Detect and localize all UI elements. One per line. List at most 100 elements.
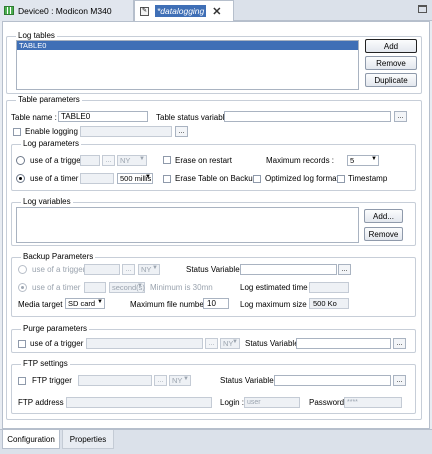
- ftp-trigger-checkbox[interactable]: [18, 377, 26, 385]
- backup-status-browse-button[interactable]: ...: [338, 264, 351, 275]
- log-variables-title: Log variables: [21, 197, 73, 206]
- ftp-status-browse-button[interactable]: ...: [393, 375, 406, 386]
- tab-configuration[interactable]: Configuration: [2, 430, 60, 449]
- media-target-label: Media target :: [18, 300, 67, 309]
- table-status-browse-button[interactable]: ...: [394, 111, 407, 122]
- chevron-down-icon: ▼: [152, 265, 158, 271]
- erase-on-restart-label: Erase on restart: [175, 156, 232, 165]
- ftp-status-variable-input[interactable]: [274, 375, 391, 386]
- chevron-down-icon: ▼: [97, 299, 103, 305]
- tab-device-label: Device0 : Modicon M340: [18, 5, 112, 16]
- datalogging-editor: Device0 : Modicon M340 ✎ *datalogging ✕ …: [0, 0, 432, 454]
- backup-timer-radio: [18, 283, 27, 292]
- list-item[interactable]: TABLE0: [17, 41, 358, 50]
- duplicate-table-button[interactable]: Duplicate: [365, 73, 417, 87]
- remove-table-button[interactable]: Remove: [365, 56, 417, 70]
- max-file-number-input[interactable]: 10: [203, 298, 229, 309]
- tab-properties[interactable]: Properties: [62, 430, 114, 449]
- log-estimated-time-label: Log estimated time :: [240, 283, 313, 292]
- backup-trigger-radio: [18, 265, 27, 274]
- erase-table-backup-label: Erase Table on Backup: [175, 174, 258, 183]
- max-records-value: 5: [350, 156, 355, 165]
- table-name-input[interactable]: TABLE0: [58, 111, 148, 122]
- add-table-button[interactable]: Add: [365, 39, 417, 53]
- log-max-size-value: 500 Ko: [309, 298, 349, 309]
- log-timer-unit-select[interactable]: 500 millis ▼: [117, 173, 153, 184]
- purge-trigger-label: use of a trigger: [30, 339, 84, 348]
- chevron-down-icon: ▼: [232, 339, 238, 345]
- backup-minimum-note: Minimum is 30mn: [150, 283, 213, 292]
- erase-on-restart-checkbox[interactable]: [163, 156, 171, 164]
- log-trigger-input: [80, 155, 100, 166]
- enable-logging-checkbox[interactable]: [13, 128, 21, 136]
- log-trigger-unit-value: NY: [120, 156, 131, 165]
- ftp-login-input: user: [244, 397, 300, 408]
- maximize-icon[interactable]: [418, 5, 427, 13]
- device-icon: [4, 6, 14, 15]
- ftp-trigger-label: FTP trigger: [32, 376, 72, 385]
- close-icon[interactable]: ✕: [212, 5, 221, 18]
- log-timer-input: [80, 173, 114, 184]
- backup-timer-unit-select: second(s) ▼: [109, 282, 145, 293]
- log-timer-label: use of a timer: [30, 174, 79, 183]
- ftp-trigger-unit-select: NY ▼: [169, 375, 191, 386]
- ftp-settings-title: FTP settings: [21, 359, 70, 368]
- chevron-down-icon: ▼: [139, 156, 145, 162]
- tab-datalogging[interactable]: ✎ *datalogging ✕: [134, 0, 234, 21]
- chevron-down-icon: ▼: [145, 174, 151, 180]
- backup-trigger-label: use of a trigger: [32, 265, 86, 274]
- media-target-select[interactable]: SD card ▼: [65, 298, 105, 309]
- backup-trigger-browse-button: ...: [122, 264, 135, 275]
- log-tables-title: Log tables: [16, 31, 57, 40]
- log-variables-list[interactable]: [16, 207, 359, 243]
- purge-parameters-title: Purge parameters: [21, 324, 90, 333]
- log-trigger-label: use of a trigger: [30, 156, 84, 165]
- enable-logging-browse-button[interactable]: ...: [175, 126, 188, 137]
- backup-status-variable-label: Status Variable: [186, 265, 240, 274]
- log-timer-radio[interactable]: [16, 174, 25, 183]
- backup-status-variable-input[interactable]: [240, 264, 337, 275]
- table-status-variable-label: Table status variable: [156, 113, 229, 122]
- purge-trigger-input: [86, 338, 203, 349]
- table-status-variable-input[interactable]: [224, 111, 391, 122]
- chevron-down-icon: ▼: [137, 283, 143, 289]
- purge-trigger-checkbox[interactable]: [18, 340, 26, 348]
- add-variable-button[interactable]: Add...: [364, 209, 403, 223]
- optimized-log-checkbox[interactable]: [253, 175, 261, 183]
- purge-status-browse-button[interactable]: ...: [393, 338, 406, 349]
- backup-trigger-unit-value: NY: [141, 265, 152, 274]
- datalogging-icon: ✎: [140, 6, 149, 16]
- tab-device[interactable]: Device0 : Modicon M340: [0, 0, 134, 21]
- timestamp-label: Timestamp: [348, 174, 388, 183]
- ftp-password-label: Password :: [309, 398, 349, 407]
- table-name-label: Table name :: [11, 113, 57, 122]
- purge-status-variable-label: Status Variable: [245, 339, 299, 348]
- log-trigger-radio[interactable]: [16, 156, 25, 165]
- log-max-size-label: Log maximum size :: [240, 300, 312, 309]
- chevron-down-icon: ▼: [371, 156, 377, 162]
- log-parameters-group: [11, 144, 416, 191]
- log-tables-list[interactable]: TABLE0: [16, 40, 359, 90]
- backup-trigger-input: [84, 264, 120, 275]
- chevron-down-icon: ▼: [183, 376, 189, 382]
- backup-parameters-title: Backup Parameters: [21, 252, 96, 261]
- purge-status-variable-input[interactable]: [296, 338, 391, 349]
- log-estimated-time-value: [309, 282, 349, 293]
- ftp-password-input: ****: [344, 397, 402, 408]
- erase-table-backup-checkbox[interactable]: [163, 175, 171, 183]
- remove-variable-button[interactable]: Remove: [364, 227, 403, 241]
- max-file-number-label: Maximum file number :: [130, 300, 211, 309]
- ftp-trigger-browse-button: ...: [154, 375, 167, 386]
- ftp-address-label: FTP address :: [18, 398, 69, 407]
- backup-timer-label: use of a timer: [32, 283, 81, 292]
- timestamp-checkbox[interactable]: [337, 175, 345, 183]
- log-trigger-browse-button: ...: [102, 155, 115, 166]
- backup-timer-input: [84, 282, 106, 293]
- ftp-address-input: [66, 397, 212, 408]
- max-records-label: Maximum records :: [266, 156, 335, 165]
- log-trigger-unit-select: NY ▼: [117, 155, 147, 166]
- enable-logging-label: Enable logging: [25, 127, 78, 136]
- max-records-select[interactable]: 5 ▼: [347, 155, 379, 166]
- media-target-value: SD card: [68, 299, 96, 308]
- optimized-log-label: Optimized log format: [265, 174, 339, 183]
